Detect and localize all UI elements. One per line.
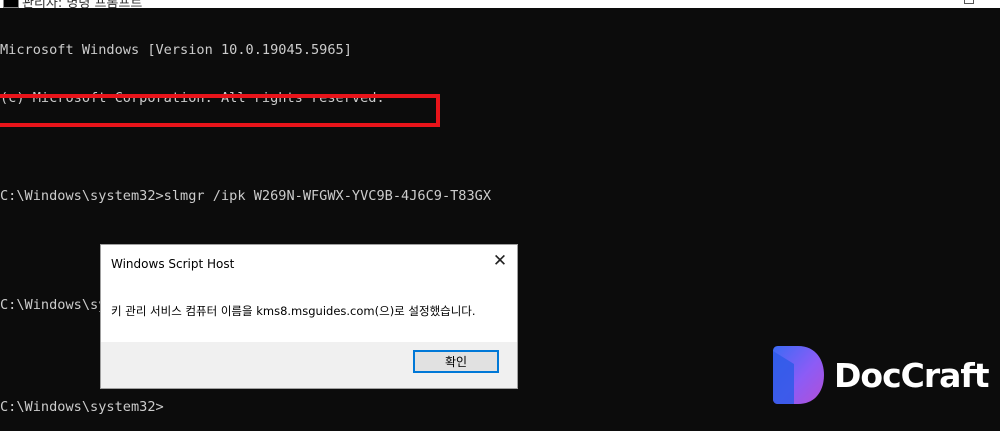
- highlight-box: [0, 94, 440, 127]
- console-prompt: C:\Windows\system32>: [0, 399, 164, 415]
- script-host-dialog: Windows Script Host ✕ 키 관리 서비스 컴퓨터 이름을 k…: [100, 244, 518, 389]
- doccraft-logo-icon: [773, 346, 824, 404]
- dialog-title: Windows Script Host: [111, 257, 235, 271]
- dialog-message: 키 관리 서비스 컴퓨터 이름을 kms8.msguides.com(으)로 설…: [111, 304, 476, 318]
- ok-button[interactable]: 확인: [413, 350, 499, 373]
- brand-name: DocCraft: [834, 356, 990, 395]
- window-titlebar: 관리자: 명령 프롬프트: [0, 0, 1000, 8]
- close-icon[interactable]: ✕: [489, 251, 511, 271]
- cmd-icon: [3, 0, 19, 8]
- console-line-ipk-command: C:\Windows\system32>slmgr /ipk W269N-WFG…: [0, 188, 492, 204]
- maximize-icon[interactable]: [964, 0, 974, 4]
- dialog-footer: 확인: [101, 342, 517, 388]
- console-line: Microsoft Windows [Version 10.0.19045.59…: [0, 42, 352, 58]
- window-title: 관리자: 명령 프롬프트: [22, 0, 143, 8]
